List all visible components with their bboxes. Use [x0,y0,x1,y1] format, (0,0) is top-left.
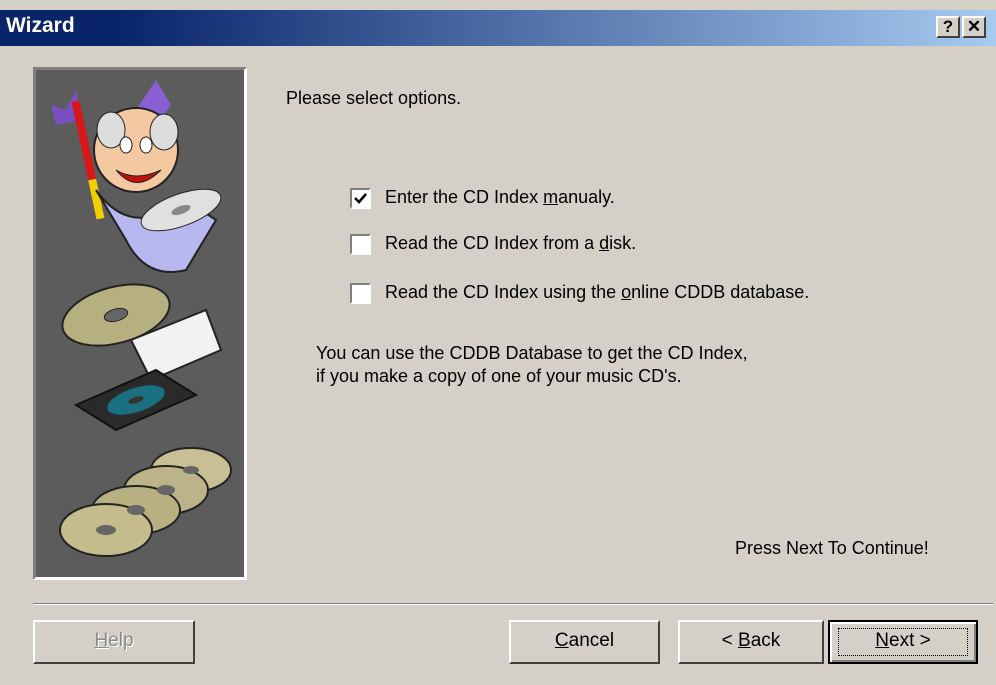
cancel-button[interactable]: Cancel [509,620,660,664]
back-button-label: < Back [721,630,781,651]
checkbox-read-from-disk[interactable] [350,234,371,255]
checkbox-manual-entry[interactable] [350,188,371,209]
next-button-label: Next > [875,630,931,651]
cd-stack-icon [59,447,232,557]
checkmark-icon [354,193,367,204]
next-button[interactable]: Next > [828,620,978,664]
close-button[interactable]: ✕ [962,16,986,38]
prompt-text: Please select options. [286,88,462,108]
close-icon: ✕ [966,17,982,36]
back-button[interactable]: < Back [678,620,824,664]
cancel-button-label: Cancel [554,630,615,651]
help-button-label: Help [94,630,134,651]
wizard-side-picture [33,67,247,580]
separator [33,603,993,605]
checkbox-online-cddb[interactable] [350,283,371,304]
info-text-line-1: You can use the CDDB Database to get the… [316,343,748,363]
cd-jewel-case-icon [61,283,223,432]
help-title-button[interactable]: ? [936,16,960,38]
window-title: Wizard [6,14,75,37]
help-button[interactable]: Help [33,620,195,664]
option-online-cddb-label[interactable]: Read the CD Index using the online CDDB … [385,282,809,303]
question-mark-icon: ? [942,17,954,36]
wizard-window: Wizard ? ✕ Please select options. Enter … [0,0,996,685]
title-bar[interactable]: Wizard ? ✕ [0,10,996,46]
info-text-line-2: if you make a copy of one of your music … [316,366,682,386]
option-read-from-disk-label[interactable]: Read the CD Index from a disk. [385,233,636,254]
option-manual-entry-label[interactable]: Enter the CD Index manualy. [385,187,615,208]
wizard-magician-icon [51,80,222,273]
continue-hint: Press Next To Continue! [735,538,929,558]
